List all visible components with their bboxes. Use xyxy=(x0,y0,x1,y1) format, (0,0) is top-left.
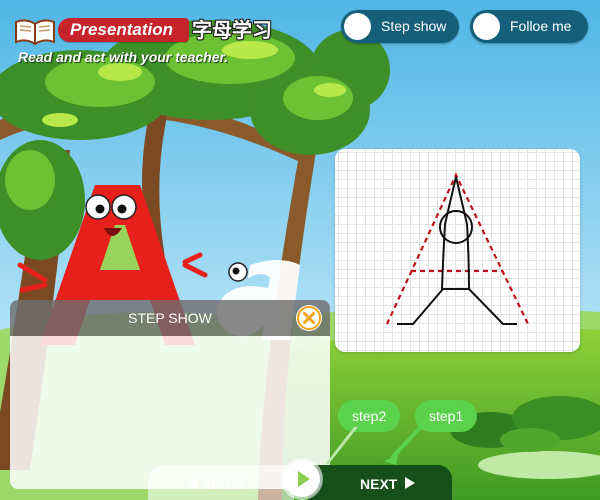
follow-me-label: Folloe me xyxy=(510,18,572,34)
close-icon xyxy=(297,306,321,330)
letter-writing-grid xyxy=(335,149,580,352)
step-show-label: Step show xyxy=(381,18,447,34)
toggle-knob xyxy=(473,13,500,40)
book-icon xyxy=(15,19,55,46)
page-title: 字母学习 xyxy=(192,20,272,42)
back-button[interactable]: BACK xyxy=(148,465,294,500)
presentation-screen: Presentation 字母学习 Read and act with your… xyxy=(0,0,600,500)
panel-title: STEP SHOW xyxy=(128,310,212,326)
left-triangle-icon xyxy=(187,477,197,489)
right-triangle-icon xyxy=(405,477,415,489)
presentation-badge: Presentation xyxy=(58,18,189,42)
bubble-pointers xyxy=(326,427,423,465)
play-button[interactable] xyxy=(284,461,320,497)
next-label: NEXT xyxy=(360,476,398,492)
step-show-panel: STEP SHOW xyxy=(10,300,330,489)
page-header: Presentation 字母学习 Read and act with your… xyxy=(10,10,330,70)
play-icon xyxy=(298,471,310,487)
back-label: BACK xyxy=(206,476,247,492)
follow-me-toggle[interactable]: Folloe me xyxy=(470,10,588,43)
letter-a-stroke-guide xyxy=(386,172,529,325)
panel-header: STEP SHOW xyxy=(10,300,330,336)
page-subtitle: Read and act with your teacher. xyxy=(18,49,229,65)
close-button[interactable] xyxy=(296,305,322,331)
next-button[interactable]: NEXT xyxy=(308,465,452,500)
toggle-knob xyxy=(344,13,371,40)
step-show-toggle[interactable]: Step show xyxy=(341,10,459,43)
